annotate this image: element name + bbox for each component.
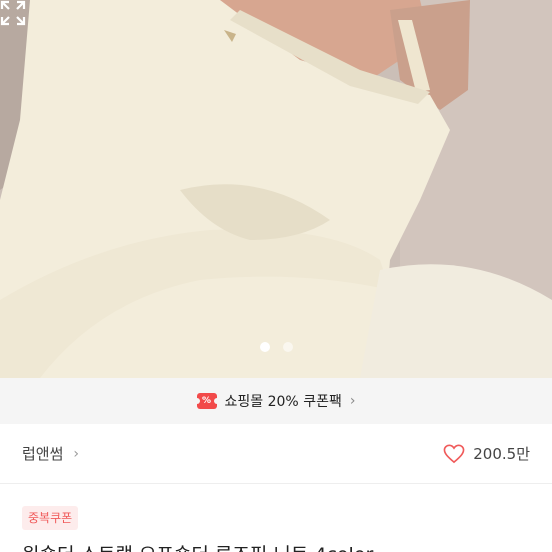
gallery-dot-1[interactable]	[259, 342, 270, 352]
chevron-right-icon: ›	[349, 393, 356, 409]
product-photo	[0, 0, 552, 378]
product-title: 원숄더 스트랩 오프숄더 루즈핏 니트 4color	[22, 540, 542, 552]
product-image-gallery[interactable]	[0, 0, 552, 378]
coupon-label: 쇼핑몰 20% 쿠폰팩	[224, 394, 342, 410]
heart-icon	[443, 444, 465, 463]
gallery-pagination	[0, 342, 552, 352]
chevron-right-icon: ›	[73, 445, 80, 462]
coupon-pack-banner[interactable]: % 쇼핑몰 20% 쿠폰팩 ›	[0, 378, 552, 424]
coupon-icon: %	[193, 393, 220, 409]
shop-info-row: 럽앤썸 › 200.5만	[0, 424, 552, 484]
like-count: 200.5만	[473, 445, 530, 463]
like-button[interactable]: 200.5만	[443, 443, 530, 464]
shop-name-link[interactable]: 럽앤썸	[22, 443, 63, 464]
expand-icon[interactable]	[0, 0, 26, 26]
duplicate-coupon-badge: 중복쿠폰	[22, 506, 79, 530]
gallery-dot-2[interactable]	[282, 342, 293, 352]
